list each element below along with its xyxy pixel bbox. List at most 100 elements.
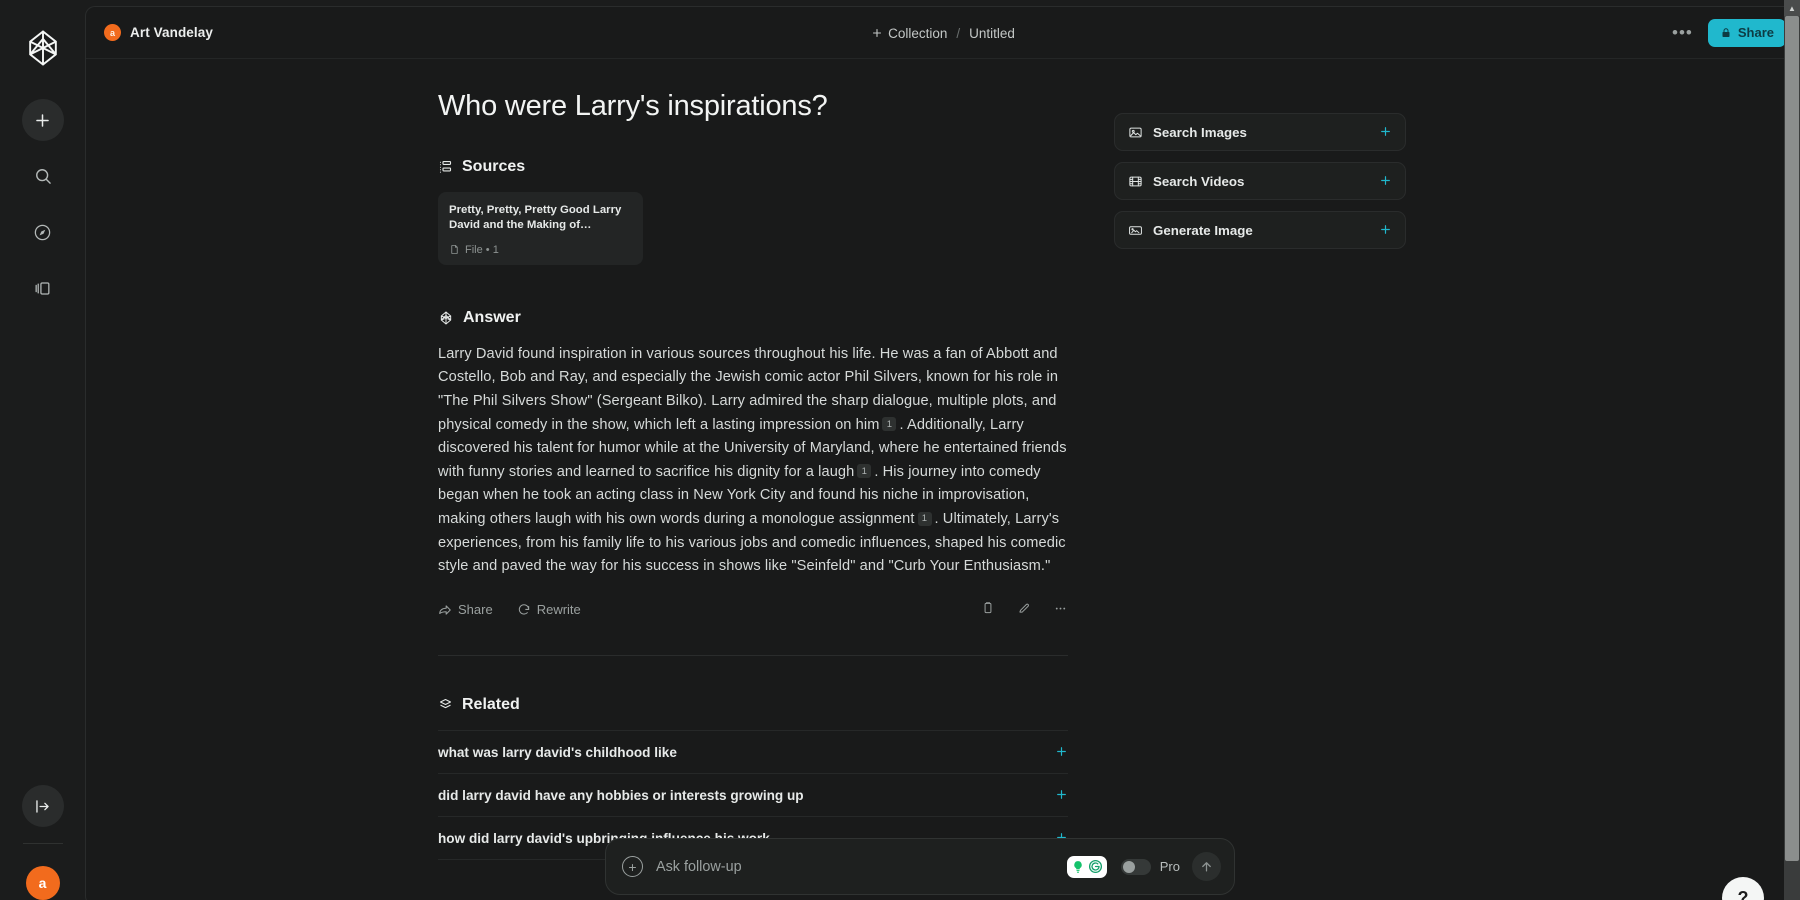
related-heading-label: Related <box>462 695 520 713</box>
citation-badge[interactable]: 1 <box>917 511 932 526</box>
rewrite-button[interactable]: Rewrite <box>517 602 581 617</box>
grammarly-g-icon <box>1088 859 1102 874</box>
workspace-name: Art Vandelay <box>130 25 213 40</box>
file-icon <box>451 245 458 255</box>
share-button-label: Share <box>1737 25 1774 40</box>
rail-divider <box>22 843 63 844</box>
page-scrollbar[interactable]: ▲ <box>1784 0 1800 900</box>
content-columns: Who were Larry's inspirations? Sources P… <box>438 59 1448 900</box>
lock-icon <box>1722 27 1730 37</box>
breadcrumb-title[interactable]: Untitled <box>969 26 1015 41</box>
search-input[interactable] <box>656 858 1067 875</box>
image-icon <box>1128 125 1143 140</box>
copy-icon <box>984 602 992 614</box>
related-heading: Related <box>438 696 1068 714</box>
left-sidebar-rail: a <box>0 0 85 900</box>
ellipsis-icon <box>1055 607 1066 610</box>
main-panel: a Art Vandelay Collection / Untitled ••• <box>85 6 1800 900</box>
video-icon <box>1128 174 1143 189</box>
answer-more-button[interactable] <box>1053 601 1068 619</box>
user-avatar[interactable]: a <box>25 866 60 900</box>
workspace-switcher[interactable]: a Art Vandelay <box>104 24 213 41</box>
answer-divider <box>438 654 1068 656</box>
help-button[interactable]: ? <box>1722 877 1764 900</box>
rewrite-label: Rewrite <box>536 602 581 618</box>
copy-button[interactable] <box>981 601 995 618</box>
tool-card[interactable]: Search Videos <box>1114 162 1406 200</box>
answer-heading: Answer <box>438 309 1068 327</box>
breadcrumb-collection-button[interactable]: Collection <box>871 26 947 41</box>
generate-image-icon <box>1128 223 1143 238</box>
tool-card-add-icon[interactable] <box>1379 174 1392 188</box>
related-item-label: did larry david have any hobbies or inte… <box>438 787 804 803</box>
answer-text: Larry David found inspiration in various… <box>438 345 1067 575</box>
source-card[interactable]: Pretty, Pretty, Pretty Good Larry David … <box>438 191 643 265</box>
sources-heading: Sources <box>438 158 1068 176</box>
grammarly-extension-badge[interactable] <box>1066 855 1107 878</box>
related-item[interactable]: did larry david have any hobbies or inte… <box>438 774 1068 817</box>
edit-button[interactable] <box>1017 601 1031 618</box>
expand-sidebar-button[interactable] <box>21 785 64 827</box>
tool-card-add-icon[interactable] <box>1379 223 1392 237</box>
scrollbar-thumb[interactable] <box>1785 16 1799 861</box>
edit-pencil-icon <box>1019 604 1029 614</box>
source-card-meta-label: File • 1 <box>465 243 499 256</box>
plus-icon <box>873 28 882 38</box>
share-answer-button[interactable]: Share <box>438 602 493 617</box>
attach-button[interactable]: + <box>622 856 643 877</box>
top-bar: a Art Vandelay Collection / Untitled ••• <box>86 7 1800 59</box>
answer-block: Answer Larry David found inspiration in … <box>438 309 1068 656</box>
tool-card-label: Generate Image <box>1153 222 1253 238</box>
arrow-up-icon <box>1202 862 1211 872</box>
source-card-list: Pretty, Pretty, Pretty Good Larry David … <box>438 191 1068 265</box>
related-item[interactable]: what was larry david's childhood like <box>438 729 1068 774</box>
tool-card-label: Search Images <box>1153 124 1247 140</box>
tool-card-list: Search Images Search Videos Generate Image <box>1114 113 1406 249</box>
ask-bar-wrapper: + Pro <box>86 838 1800 895</box>
sources-list-icon <box>438 159 453 174</box>
new-thread-button[interactable] <box>21 99 64 141</box>
sources-heading-label: Sources <box>462 157 526 175</box>
ask-bar: + Pro <box>605 838 1235 895</box>
content-scroll-area: Who were Larry's inspirations? Sources P… <box>86 59 1800 900</box>
discover-button[interactable] <box>22 211 64 253</box>
pro-toggle[interactable] <box>1120 858 1151 875</box>
share-answer-label: Share <box>458 602 493 618</box>
rewrite-icon <box>518 604 529 615</box>
perplexity-spark-icon <box>438 310 454 326</box>
answer-column: Who were Larry's inspirations? Sources P… <box>438 89 1068 900</box>
source-card-meta: File • 1 <box>449 244 632 256</box>
top-bar-actions: ••• Share <box>1669 18 1786 47</box>
breadcrumb: Collection / Untitled <box>86 7 1800 59</box>
answer-heading-label: Answer <box>463 308 521 326</box>
share-button[interactable]: Share <box>1707 18 1786 47</box>
add-related-icon[interactable] <box>1055 745 1068 759</box>
library-button[interactable] <box>22 267 64 309</box>
breadcrumb-separator: / <box>956 25 961 41</box>
related-block: Related what was larry david's childhood… <box>438 696 1068 860</box>
related-layers-icon <box>438 697 453 712</box>
lightbulb-icon <box>1074 860 1082 873</box>
tools-column: Search Images Search Videos Generate Image <box>1114 89 1406 900</box>
source-card-title: Pretty, Pretty, Pretty Good Larry David … <box>449 203 622 232</box>
tool-card[interactable]: Search Images <box>1114 113 1406 151</box>
answer-actions-right <box>981 601 1068 619</box>
tool-card[interactable]: Generate Image <box>1114 211 1406 249</box>
perplexity-logo[interactable] <box>0 10 85 85</box>
workspace-avatar: a <box>104 24 121 41</box>
share-arrow-icon <box>439 605 451 615</box>
related-item-label: what was larry david's childhood like <box>438 744 677 760</box>
submit-button[interactable] <box>1192 852 1221 881</box>
pro-label: Pro <box>1159 859 1180 874</box>
breadcrumb-collection-label: Collection <box>888 25 948 41</box>
citation-badge[interactable]: 1 <box>882 417 897 432</box>
tool-card-label: Search Videos <box>1153 173 1245 189</box>
page-title: Who were Larry's inspirations? <box>438 90 828 122</box>
answer-actions: Share Rewrite <box>438 601 1068 619</box>
add-related-icon[interactable] <box>1055 788 1068 802</box>
search-button[interactable] <box>22 155 64 197</box>
more-options-button[interactable]: ••• <box>1669 24 1696 41</box>
tool-card-add-icon[interactable] <box>1379 125 1392 139</box>
citation-badge[interactable]: 1 <box>857 464 872 479</box>
scrollbar-up-arrow[interactable]: ▲ <box>1784 0 1800 16</box>
